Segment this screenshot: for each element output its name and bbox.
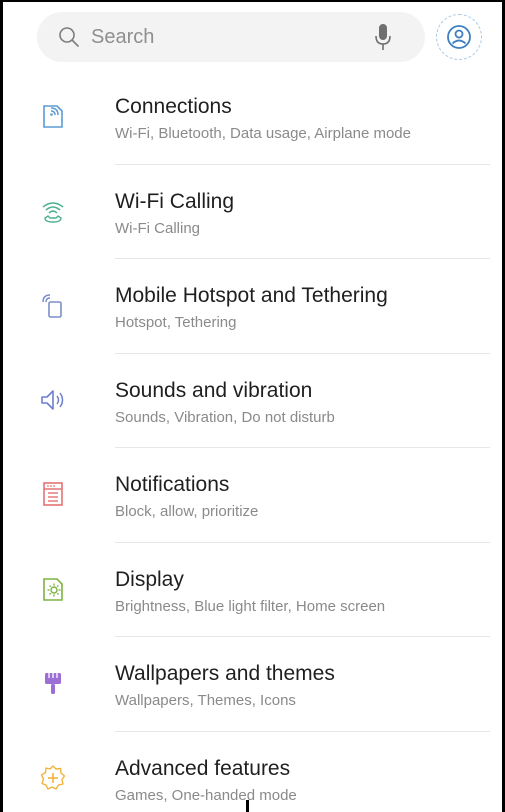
item-title: Connections <box>115 95 232 118</box>
item-title: Mobile Hotspot and Tethering <box>115 284 388 307</box>
item-title: Notifications <box>115 473 230 496</box>
settings-item-wallpapers[interactable]: Wallpapers and themes Wallpapers, Themes… <box>3 637 502 732</box>
settings-item-sounds[interactable]: Sounds and vibration Sounds, Vibration, … <box>3 354 502 449</box>
item-title: Wi-Fi Calling <box>115 189 235 213</box>
item-title: Wallpapers and themes <box>115 662 335 685</box>
item-subtitle: Wallpapers, Themes, Icons <box>115 692 296 709</box>
search-bar[interactable]: Search <box>37 12 425 62</box>
item-subtitle: Wi-Fi Calling <box>115 219 201 237</box>
settings-item-wifi-calling[interactable]: Wi-Fi Calling Wi-Fi Calling <box>3 165 502 260</box>
item-subtitle: Block, allow, prioritize <box>115 503 259 520</box>
settings-item-hotspot[interactable]: Mobile Hotspot and Tethering Hotspot, Te… <box>3 259 502 354</box>
paint-brush-icon <box>45 673 61 694</box>
item-subtitle: Wi-Fi, Bluetooth, Data usage, Airplane m… <box>115 125 411 142</box>
item-subtitle: Brightness, Blue light filter, Home scre… <box>115 597 386 615</box>
item-title: Display <box>115 567 184 591</box>
settings-list: Connections Wi-Fi, Bluetooth, Data usage… <box>3 70 502 812</box>
settings-item-notifications[interactable]: Notifications Block, allow, prioritize <box>3 448 502 543</box>
display-icon <box>43 577 63 601</box>
settings-item-display[interactable]: Display Brightness, Blue light filter, H… <box>3 543 502 638</box>
advanced-features-icon <box>40 764 66 790</box>
hotspot-icon <box>42 294 62 318</box>
search-icon <box>59 27 79 47</box>
settings-item-advanced-features[interactable]: Advanced features Games, One-handed mode <box>3 732 502 812</box>
item-subtitle: Sounds, Vibration, Do not disturb <box>115 408 335 426</box>
cursor-marker <box>246 800 249 812</box>
notifications-icon <box>43 482 63 506</box>
speaker-icon <box>41 389 64 410</box>
settings-item-connections[interactable]: Connections Wi-Fi, Bluetooth, Data usage… <box>3 70 502 165</box>
item-subtitle: Games, One-handed mode <box>115 786 297 804</box>
item-subtitle: Hotspot, Tethering <box>115 314 237 331</box>
microphone-icon[interactable] <box>373 22 393 52</box>
item-title: Sounds and vibration <box>115 378 313 402</box>
settings-screen: Search Connections Wi-Fi, Bluetooth, Dat… <box>0 0 505 812</box>
account-icon <box>447 25 471 49</box>
search-input[interactable]: Search <box>91 25 154 49</box>
connections-icon <box>43 105 63 128</box>
account-button[interactable] <box>436 14 482 60</box>
wifi-calling-icon <box>42 201 64 223</box>
item-title: Advanced features <box>115 756 291 780</box>
